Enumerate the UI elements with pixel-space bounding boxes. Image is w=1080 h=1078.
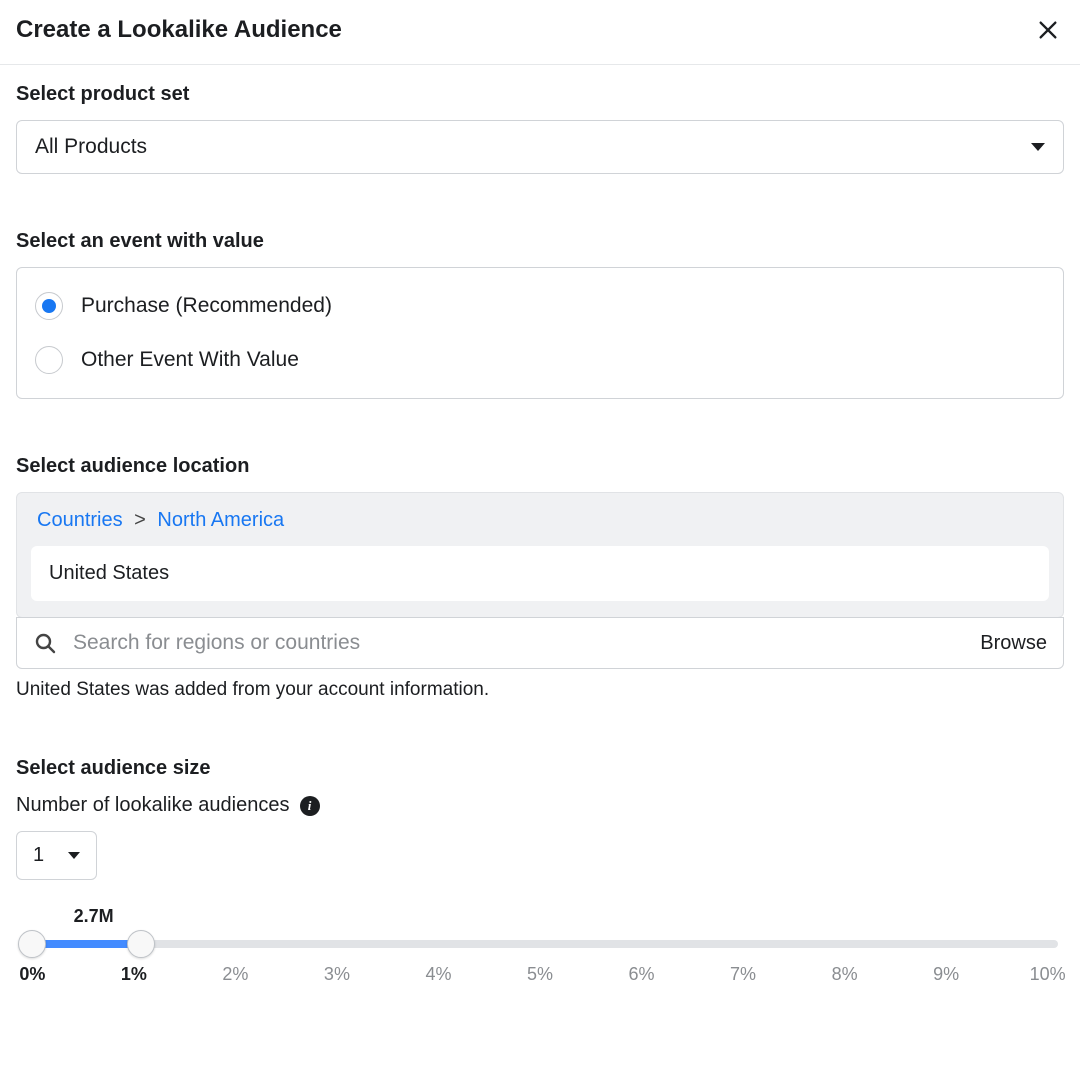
location-selected-chip[interactable]: United States [31, 546, 1049, 601]
product-set-value: All Products [35, 135, 147, 159]
slider-track[interactable] [22, 940, 1058, 948]
size-subfield-row: Number of lookalike audiences i [16, 794, 1064, 817]
audience-count-select[interactable]: 1 [16, 831, 97, 880]
location-breadcrumb: Countries > North America [31, 509, 1049, 546]
slider-tick: 3% [324, 964, 350, 985]
slider-tick: 7% [730, 964, 756, 985]
radio-icon [35, 292, 63, 320]
size-sub-label: Number of lookalike audiences [16, 794, 290, 817]
slider-tick: 1% [121, 964, 147, 985]
close-button[interactable] [1034, 16, 1062, 44]
size-section-label: Select audience size [16, 757, 1064, 780]
slider-value-label: 2.7M [74, 906, 114, 927]
close-icon [1037, 19, 1059, 41]
dialog-title: Create a Lookalike Audience [16, 16, 342, 44]
slider-tick: 6% [629, 964, 655, 985]
event-radio-purchase-label: Purchase (Recommended) [81, 294, 332, 318]
location-note: United States was added from your accoun… [16, 679, 1064, 701]
slider-tick: 10% [1030, 964, 1066, 985]
location-search-input[interactable] [71, 630, 966, 656]
slider-tick: 4% [425, 964, 451, 985]
event-radio-other[interactable]: Other Event With Value [35, 338, 1045, 382]
product-set-label: Select product set [16, 83, 1064, 106]
browse-button[interactable]: Browse [980, 632, 1047, 655]
location-panel: Countries > North America United States [16, 492, 1064, 618]
location-search-bar: Browse [16, 617, 1064, 669]
location-section-label: Select audience location [16, 455, 1064, 478]
size-slider: 2.7M 0%1%2%3%4%5%6%7%8%9%10% [16, 910, 1064, 988]
location-selected-value: United States [49, 562, 169, 584]
breadcrumb-countries[interactable]: Countries [37, 509, 123, 531]
slider-handle-start[interactable] [18, 930, 46, 958]
event-radio-purchase[interactable]: Purchase (Recommended) [35, 284, 1045, 328]
slider-tick: 0% [19, 964, 45, 985]
event-radio-group: Purchase (Recommended) Other Event With … [16, 267, 1064, 399]
chevron-down-icon [1031, 143, 1045, 151]
breadcrumb-region[interactable]: North America [157, 509, 284, 531]
radio-icon [35, 346, 63, 374]
breadcrumb-separator: > [128, 509, 152, 531]
dialog-header: Create a Lookalike Audience [0, 0, 1080, 65]
slider-tick: 9% [933, 964, 959, 985]
slider-handle-end[interactable] [127, 930, 155, 958]
slider-tick-row: 0%1%2%3%4%5%6%7%8%9%10% [22, 964, 1058, 988]
slider-tick: 2% [222, 964, 248, 985]
audience-count-value: 1 [33, 844, 44, 867]
slider-tick: 8% [832, 964, 858, 985]
chevron-down-icon [68, 852, 80, 859]
search-icon [33, 631, 57, 655]
event-radio-other-label: Other Event With Value [81, 348, 299, 372]
product-set-select[interactable]: All Products [16, 120, 1064, 174]
info-icon[interactable]: i [300, 796, 320, 816]
event-section-label: Select an event with value [16, 230, 1064, 253]
slider-tick: 5% [527, 964, 553, 985]
dialog-body: Select product set All Products Select a… [0, 65, 1080, 1018]
